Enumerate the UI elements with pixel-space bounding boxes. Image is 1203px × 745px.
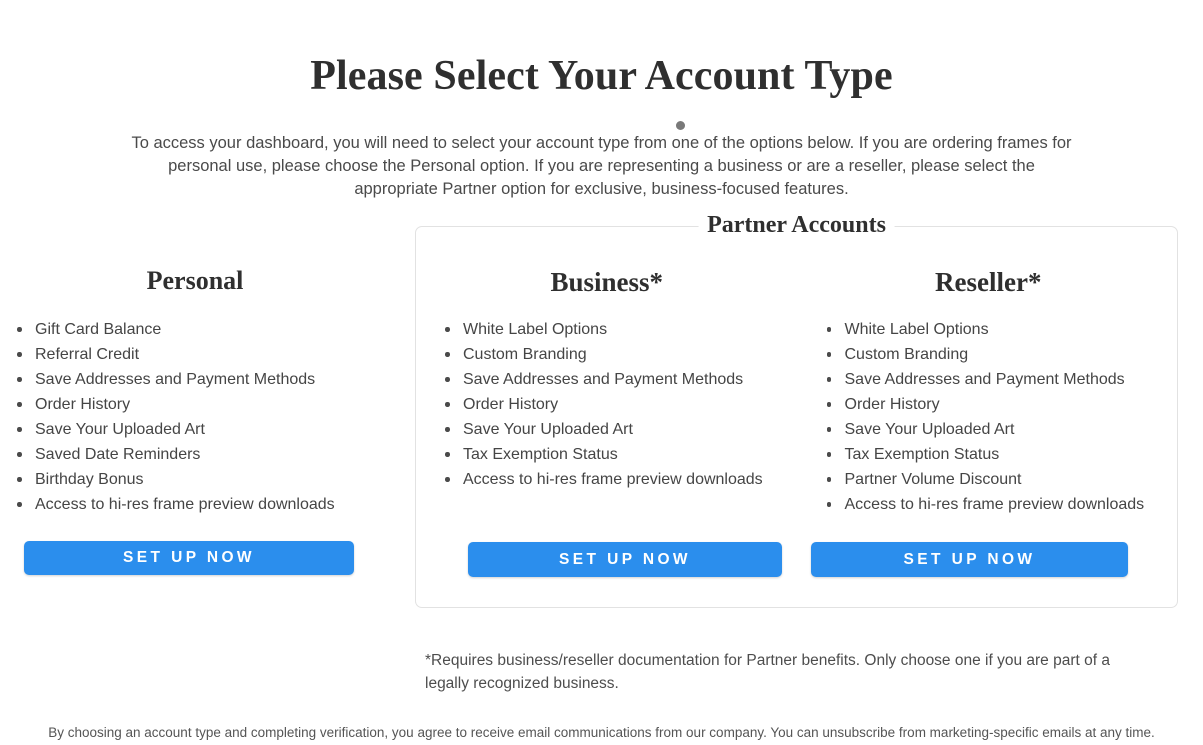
reseller-feature-list: White Label Options Custom Branding Save… xyxy=(822,317,1156,517)
reseller-heading: Reseller* xyxy=(935,267,1042,297)
list-item: Order History xyxy=(12,392,378,417)
personal-account-column: Personal Gift Card Balance Referral Cred… xyxy=(12,264,378,517)
page-title: Please Select Your Account Type xyxy=(310,53,893,100)
list-item: Save Your Uploaded Art xyxy=(822,417,1156,442)
list-item: Save Addresses and Payment Methods xyxy=(822,367,1156,392)
feature-label: Partner Volume Discount xyxy=(844,471,1022,488)
feature-label: Tax Exemption Status xyxy=(844,446,1000,463)
partner-columns: Business* White Label Options Custom Bra… xyxy=(416,265,1179,517)
feature-label: Access to hi-res frame preview downloads xyxy=(35,496,335,513)
bullet-icon xyxy=(445,402,450,407)
personal-heading: Personal xyxy=(146,266,244,295)
bullet-icon xyxy=(826,427,831,432)
partner-requirements-footnote: *Requires business/reseller documentatio… xyxy=(425,651,1110,692)
business-heading: Business* xyxy=(550,267,664,297)
email-consent-disclaimer: By choosing an account type and completi… xyxy=(48,724,1155,740)
list-item: Tax Exemption Status xyxy=(822,442,1156,467)
feature-label: Access to hi-res frame preview downloads xyxy=(463,471,763,488)
bullet-icon xyxy=(445,352,450,357)
bullet-icon xyxy=(445,427,450,432)
partner-accounts-legend: Partner Accounts xyxy=(698,210,895,240)
personal-set-up-now-button[interactable]: SET UP NOW xyxy=(24,541,354,575)
bullet-icon xyxy=(17,402,22,407)
mouse-cursor-icon xyxy=(676,121,685,130)
list-item: Save Your Uploaded Art xyxy=(12,417,378,442)
feature-label: White Label Options xyxy=(463,321,608,338)
bullet-icon xyxy=(826,327,831,332)
bullet-icon xyxy=(826,452,831,457)
bullet-icon xyxy=(17,477,22,482)
bullet-icon xyxy=(445,452,450,457)
bullet-icon xyxy=(826,377,831,382)
list-item: Custom Branding xyxy=(822,342,1156,367)
list-item: Access to hi-res frame preview downloads xyxy=(12,492,378,517)
bullet-icon xyxy=(17,327,22,332)
feature-label: Order History xyxy=(463,396,559,413)
personal-feature-list: Gift Card Balance Referral Credit Save A… xyxy=(12,317,378,517)
bullet-icon xyxy=(826,477,831,482)
bullet-icon xyxy=(17,502,22,507)
feature-label: Saved Date Reminders xyxy=(35,446,201,463)
list-item: Saved Date Reminders xyxy=(12,442,378,467)
feature-label: Order History xyxy=(35,396,131,413)
list-item: Custom Branding xyxy=(440,342,774,367)
list-item: Tax Exemption Status xyxy=(440,442,774,467)
feature-label: White Label Options xyxy=(844,321,989,338)
feature-label: Save Your Uploaded Art xyxy=(844,421,1015,438)
feature-label: Referral Credit xyxy=(35,346,140,363)
reseller-set-up-now-button[interactable]: SET UP NOW xyxy=(811,542,1128,577)
list-item: Access to hi-res frame preview downloads xyxy=(440,467,774,492)
bullet-icon xyxy=(17,427,22,432)
business-set-up-now-button[interactable]: SET UP NOW xyxy=(468,542,782,577)
bullet-icon xyxy=(445,477,450,482)
feature-label: Save Addresses and Payment Methods xyxy=(463,371,744,388)
feature-label: Birthday Bonus xyxy=(35,471,144,488)
list-item: Access to hi-res frame preview downloads xyxy=(822,492,1156,517)
feature-label: Custom Branding xyxy=(463,346,587,363)
bullet-icon xyxy=(17,377,22,382)
business-feature-list: White Label Options Custom Branding Save… xyxy=(440,317,774,492)
bullet-icon xyxy=(826,502,831,507)
feature-label: Tax Exemption Status xyxy=(463,446,618,463)
bullet-icon xyxy=(445,377,450,382)
bullet-icon xyxy=(826,352,831,357)
list-item: Partner Volume Discount xyxy=(822,467,1156,492)
feature-label: Order History xyxy=(844,396,940,413)
business-account-column: Business* White Label Options Custom Bra… xyxy=(416,265,798,517)
bullet-icon xyxy=(17,452,22,457)
list-item: Save Your Uploaded Art xyxy=(440,417,774,442)
feature-label: Custom Branding xyxy=(844,346,969,363)
list-item: Referral Credit xyxy=(12,342,378,367)
reseller-account-column: Reseller* White Label Options Custom Bra… xyxy=(798,265,1180,517)
feature-label: Save Addresses and Payment Methods xyxy=(844,371,1125,388)
bullet-icon xyxy=(445,327,450,332)
feature-label: Gift Card Balance xyxy=(35,321,162,338)
intro-paragraph: To access your dashboard, you will need … xyxy=(131,133,1072,198)
list-item: Birthday Bonus xyxy=(12,467,378,492)
feature-label: Access to hi-res frame preview downloads xyxy=(844,496,1145,513)
account-type-selection-page: Please Select Your Account Type To acces… xyxy=(0,0,1203,745)
list-item: Gift Card Balance xyxy=(12,317,378,342)
list-item: Save Addresses and Payment Methods xyxy=(440,367,774,392)
list-item: White Label Options xyxy=(440,317,774,342)
feature-label: Save Addresses and Payment Methods xyxy=(35,371,316,388)
bullet-icon xyxy=(17,352,22,357)
list-item: White Label Options xyxy=(822,317,1156,342)
list-item: Order History xyxy=(440,392,774,417)
bullet-icon xyxy=(826,402,831,407)
list-item: Order History xyxy=(822,392,1156,417)
feature-label: Save Your Uploaded Art xyxy=(463,421,633,438)
list-item: Save Addresses and Payment Methods xyxy=(12,367,378,392)
feature-label: Save Your Uploaded Art xyxy=(35,421,205,438)
